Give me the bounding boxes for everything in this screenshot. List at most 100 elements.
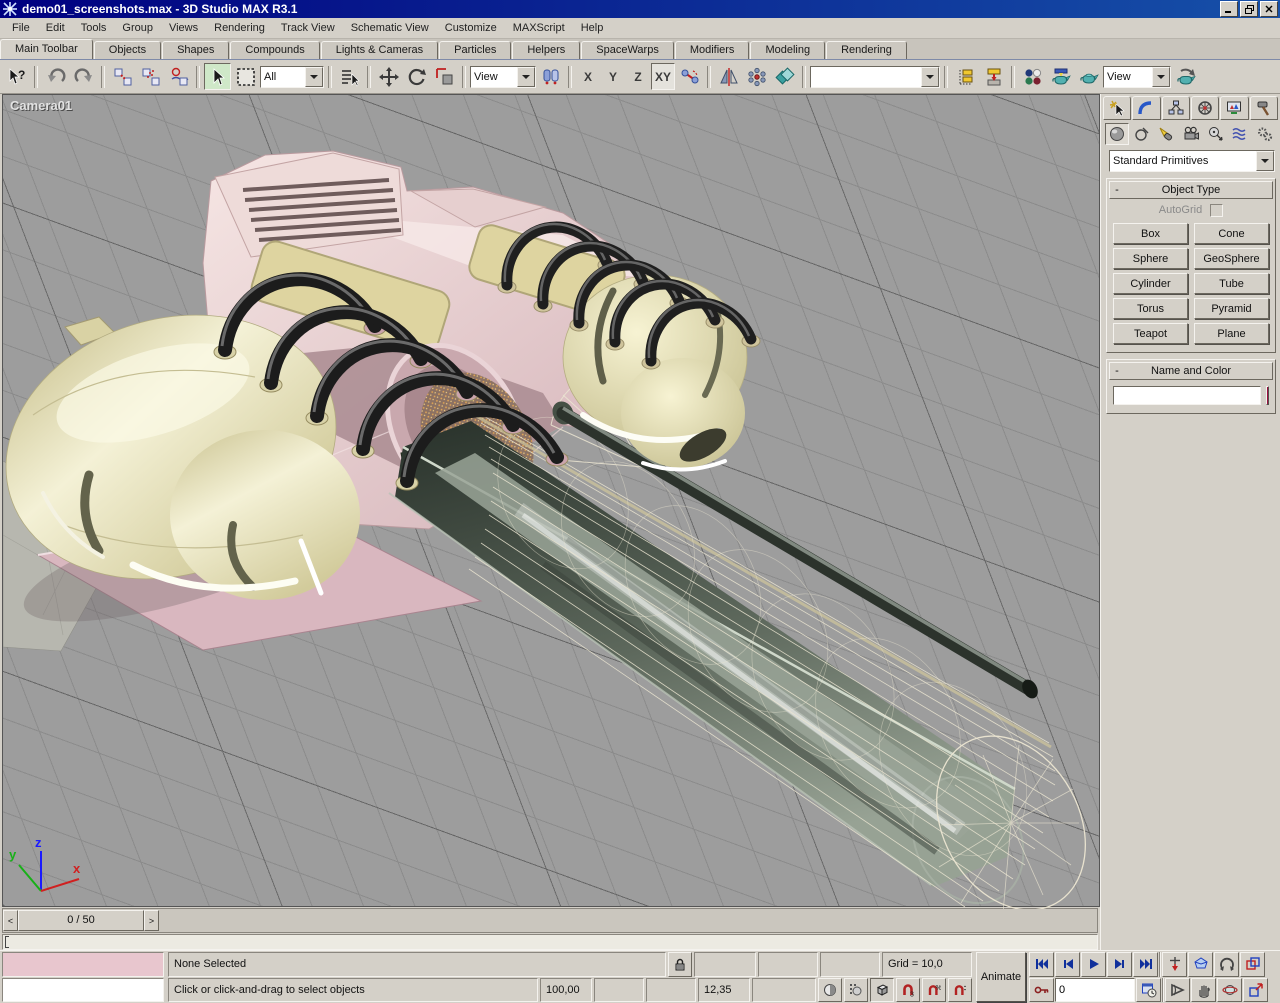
open-track-view-button[interactable] <box>952 63 979 90</box>
bind-to-space-warp-button[interactable] <box>165 63 192 90</box>
undo-button[interactable] <box>42 63 69 90</box>
mirror-button[interactable] <box>715 63 742 90</box>
select-and-link-button[interactable] <box>109 63 136 90</box>
viewport-label[interactable]: Camera01 <box>10 98 72 113</box>
camera-viewport[interactable]: Camera01 <box>2 94 1100 907</box>
previous-frame-button[interactable] <box>1055 952 1080 977</box>
lock-selection-button[interactable] <box>668 952 692 977</box>
time-next-button[interactable]: > <box>144 910 159 931</box>
zoom-extents-button[interactable] <box>1188 952 1213 977</box>
time-slider[interactable]: < 0 / 50 > <box>2 908 1098 933</box>
degradation-override-button[interactable] <box>818 978 842 1003</box>
render-type-dropdown[interactable]: View <box>1103 66 1171 88</box>
arc-rotate-button[interactable] <box>1217 978 1242 1003</box>
menu-file[interactable]: File <box>4 20 38 36</box>
spinner-snap-button[interactable] <box>948 978 972 1003</box>
box-button[interactable]: Box <box>1113 223 1188 244</box>
selection-filter-dropdown[interactable]: All <box>260 66 324 88</box>
help-mode-button[interactable]: ? <box>3 63 30 90</box>
angle-snap-button[interactable]: 3 <box>896 978 920 1003</box>
region-select-button[interactable] <box>232 63 259 90</box>
display-tab[interactable] <box>1220 96 1248 120</box>
minimize-button[interactable] <box>1220 1 1238 17</box>
transform-gizmo-button[interactable] <box>844 978 868 1003</box>
restrict-y-button[interactable]: Y <box>601 63 625 90</box>
menu-schematic-view[interactable]: Schematic View <box>343 20 437 36</box>
select-and-rotate-button[interactable] <box>403 63 430 90</box>
tab-lights-cameras[interactable]: Lights & Cameras <box>321 41 438 59</box>
set-key-button[interactable] <box>1029 978 1054 1003</box>
redo-button[interactable] <box>70 63 97 90</box>
cone-button[interactable]: Cone <box>1194 223 1269 244</box>
open-schematic-view-button[interactable] <box>980 63 1007 90</box>
menu-views[interactable]: Views <box>161 20 206 36</box>
select-and-move-button[interactable] <box>375 63 402 90</box>
collapse-icon[interactable]: - <box>1110 365 1124 377</box>
object-color-swatch[interactable] <box>1266 386 1269 405</box>
utilities-tab[interactable] <box>1250 96 1278 120</box>
field-of-view-button[interactable] <box>1165 978 1190 1003</box>
render-scene-button[interactable] <box>1047 63 1074 90</box>
space-warps-category-button[interactable] <box>1229 123 1253 145</box>
listener-pane[interactable] <box>2 978 164 1003</box>
current-frame-field[interactable] <box>1055 978 1135 1003</box>
category-dropdown[interactable]: Standard Primitives <box>1109 150 1275 172</box>
snap-toggle-3d-button[interactable] <box>870 978 894 1003</box>
align-button[interactable] <box>771 63 798 90</box>
dropdown-arrow-icon[interactable] <box>1256 151 1274 171</box>
viewport-canvas[interactable]: z y x <box>3 95 1099 909</box>
tab-modifiers[interactable]: Modifiers <box>675 41 750 59</box>
modify-tab[interactable] <box>1132 96 1160 120</box>
menu-edit[interactable]: Edit <box>38 20 73 36</box>
name-and-color-rollout-header[interactable]: - Name and Color <box>1109 362 1273 380</box>
torus-button[interactable]: Torus <box>1113 298 1188 319</box>
play-button[interactable] <box>1081 952 1106 977</box>
zoom-extents-all-button[interactable] <box>1240 952 1265 977</box>
menu-rendering[interactable]: Rendering <box>206 20 273 36</box>
collapse-icon[interactable]: - <box>1110 184 1124 196</box>
quick-render-button[interactable] <box>1172 63 1199 90</box>
create-tab[interactable] <box>1103 96 1131 120</box>
pan-button[interactable] <box>1191 978 1216 1003</box>
material-editor-button[interactable] <box>1019 63 1046 90</box>
go-to-end-button[interactable] <box>1133 952 1158 977</box>
animate-button[interactable]: Animate <box>976 952 1026 1002</box>
menu-tools[interactable]: Tools <box>73 20 115 36</box>
geosphere-button[interactable]: GeoSphere <box>1194 248 1269 269</box>
time-prev-button[interactable]: < <box>3 910 18 931</box>
teapot-button[interactable]: Teapot <box>1113 323 1188 344</box>
time-configuration-button[interactable] <box>1136 978 1161 1003</box>
macro-recorder-pane[interactable] <box>2 952 164 977</box>
shapes-category-button[interactable] <box>1130 123 1154 145</box>
inverse-kinematics-button[interactable] <box>676 63 703 90</box>
menu-maxscript[interactable]: MAXScript <box>505 20 573 36</box>
tab-modeling[interactable]: Modeling <box>750 41 825 59</box>
tube-button[interactable]: Tube <box>1194 273 1269 294</box>
zoom-button[interactable] <box>1162 952 1187 977</box>
tab-objects[interactable]: Objects <box>94 41 161 59</box>
unlink-selection-button[interactable] <box>137 63 164 90</box>
named-selection-sets-dropdown[interactable] <box>810 66 940 88</box>
menu-customize[interactable]: Customize <box>437 20 505 36</box>
select-object-button[interactable] <box>204 63 231 90</box>
tab-compounds[interactable]: Compounds <box>230 41 319 59</box>
use-pivot-point-button[interactable] <box>537 63 564 90</box>
geometry-category-button[interactable] <box>1105 123 1129 145</box>
percent-snap-button[interactable]: % <box>922 978 946 1003</box>
restore-button[interactable] <box>1240 1 1258 17</box>
restrict-x-button[interactable]: X <box>576 63 600 90</box>
plane-button[interactable]: Plane <box>1194 323 1269 344</box>
menu-track-view[interactable]: Track View <box>273 20 343 36</box>
cylinder-button[interactable]: Cylinder <box>1113 273 1188 294</box>
roll-camera-button[interactable] <box>1214 952 1239 977</box>
tab-main-toolbar[interactable]: Main Toolbar <box>0 39 93 59</box>
hierarchy-tab[interactable] <box>1162 96 1190 120</box>
min-max-toggle-button[interactable] <box>1243 978 1268 1003</box>
lights-category-button[interactable] <box>1154 123 1178 145</box>
dropdown-arrow-icon[interactable] <box>305 67 323 87</box>
helpers-category-button[interactable] <box>1204 123 1228 145</box>
tab-particles[interactable]: Particles <box>439 41 511 59</box>
track-bar[interactable] <box>2 934 1098 950</box>
motion-tab[interactable] <box>1191 96 1219 120</box>
menu-group[interactable]: Group <box>114 20 161 36</box>
